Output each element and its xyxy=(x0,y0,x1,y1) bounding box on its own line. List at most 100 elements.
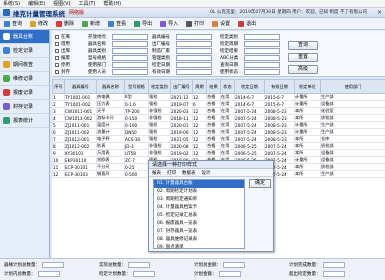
table-row[interactable]: 3 CW1011-001 天平 TP-200 非强检 2020-03 12 合格 在用 2007-… xyxy=(52,107,385,115)
checkbox-box[interactable] xyxy=(55,49,59,53)
sidebar-item[interactable]: 期间核查 xyxy=(0,58,49,72)
menu-item[interactable]: 帮助(H) xyxy=(103,0,121,7)
filter-input[interactable] xyxy=(112,62,148,68)
status-checkbox[interactable]: 报废 xyxy=(55,55,70,61)
filter-input[interactable] xyxy=(176,34,212,40)
column-header[interactable]: 器具名称 xyxy=(96,79,125,94)
column-header[interactable]: 检定单位 xyxy=(294,79,321,94)
close-icon[interactable]: × xyxy=(377,9,382,16)
query-button[interactable]: 查询 xyxy=(288,41,318,50)
filter-input[interactable] xyxy=(176,62,212,68)
table-cell: ECP-30103 xyxy=(64,170,97,178)
column-header[interactable]: 检定日期 xyxy=(234,79,265,94)
column-header[interactable]: 序号 xyxy=(52,79,65,94)
checkbox-box[interactable] xyxy=(55,56,59,60)
table-cell: 非强检 xyxy=(148,149,171,157)
filter-input[interactable] xyxy=(244,41,280,47)
filter-input[interactable] xyxy=(244,69,280,75)
toolbar-button[interactable]: 修改 xyxy=(30,20,48,27)
toolbar-button[interactable]: 打印 xyxy=(186,20,204,27)
table-cell: 2019-07 xyxy=(170,100,193,108)
toolbar-button[interactable]: 设置 xyxy=(212,20,230,27)
table-row[interactable]: 7 ZJ1012-001 电子秤 ACS-30 强检 2021-05 12 合格 在用 2007-… xyxy=(52,135,385,143)
print-style-item[interactable]: 09. 盘点清单 xyxy=(154,244,244,252)
filter-input[interactable] xyxy=(112,34,148,40)
table-cell: 2006-5-25 xyxy=(234,142,265,150)
sidebar-item[interactable]: 封存记录 xyxy=(0,100,49,114)
reset-button[interactable]: 重置 xyxy=(288,53,318,62)
table-row[interactable]: 5 ZJ1011-001 温度计 0-100 强检 2020-01 12 合格 在用 2007-5… xyxy=(52,121,385,129)
print-style-item[interactable]: 08. 器具维修记录表 xyxy=(154,236,244,244)
dialog-tab[interactable]: 报表 xyxy=(152,170,161,176)
filter-input[interactable] xyxy=(112,69,148,75)
filter-input[interactable] xyxy=(176,48,212,54)
print-style-item[interactable]: 01. 计量器具台账 xyxy=(154,180,244,188)
table-row[interactable]: 9 KY30101 万用表 UT58 非强检 2019-02 12 合格 在用 2006-5-25… xyxy=(52,149,385,157)
print-style-item[interactable]: 04. 计量器具档案卡 xyxy=(154,204,244,212)
dialog-tab[interactable]: 打印 xyxy=(167,170,176,176)
toolbar-button[interactable]: 查询 xyxy=(4,20,22,27)
filter-input[interactable] xyxy=(112,48,148,54)
toolbar-button[interactable]: 查看 xyxy=(108,20,126,27)
filter-input[interactable] xyxy=(244,48,280,54)
advanced-button[interactable]: 高级 xyxy=(288,65,318,74)
filter-input[interactable] xyxy=(176,55,212,61)
filter-input[interactable] xyxy=(176,69,212,75)
filter-input[interactable] xyxy=(112,55,148,61)
status-checkbox[interactable]: 在库 xyxy=(55,34,70,40)
print-style-item[interactable]: 02. 周期检定计划表 xyxy=(154,188,244,196)
column-header[interactable]: 使用部门 xyxy=(320,79,385,94)
toolbar-button[interactable]: 新增 xyxy=(82,20,100,27)
status-checkbox[interactable]: 封存 xyxy=(55,69,70,75)
table-row[interactable]: 6 ZJ1011-002 流量计 DN50 强检 2019-09 12 合格 在用 2007-5-… xyxy=(52,128,385,136)
print-style-item[interactable]: 07. 封存器具一览表 xyxy=(154,228,244,236)
toolbar-button[interactable]: 退出 xyxy=(238,20,256,27)
column-header[interactable]: 检定类别 xyxy=(148,79,171,94)
filter-input[interactable] xyxy=(244,62,280,68)
toolbar-button[interactable]: 删除 xyxy=(56,20,74,27)
column-header[interactable]: 出厂编号 xyxy=(170,79,193,94)
filter-input[interactable] xyxy=(244,55,280,61)
table-cell: 在用 xyxy=(220,100,235,108)
toolbar-button[interactable]: 导入 xyxy=(160,20,178,27)
filter-input[interactable] xyxy=(244,34,280,40)
column-header[interactable]: 型号规格 xyxy=(124,79,149,94)
menu-item[interactable]: 视图(V) xyxy=(53,0,70,7)
dialog-tab[interactable]: 设计 xyxy=(202,170,211,176)
table-row[interactable]: 4 CW1011-002 游标卡尺 0-150 非强检 2018-11 12 合格 在用 2007… xyxy=(52,114,385,122)
sidebar-item[interactable]: 检定记录 xyxy=(0,44,49,58)
filter-input[interactable] xyxy=(176,41,212,47)
filter-input[interactable] xyxy=(112,41,148,47)
toolbar-button[interactable]: 导出 xyxy=(134,20,152,27)
menu-item[interactable]: 编辑(E) xyxy=(28,0,45,7)
print-style-item[interactable]: 06. 报废器具一览表 xyxy=(154,220,244,228)
table-row[interactable]: 2 TY1001-002 压力表 0-1.6 强检 2019-07 6 合格 在用 2014-6-… xyxy=(52,100,385,108)
menu-item[interactable]: 系统(S) xyxy=(3,0,20,7)
status-checkbox[interactable]: 停用 xyxy=(55,62,70,68)
column-header[interactable]: 有效日期 xyxy=(264,79,295,94)
column-header[interactable]: 状态 xyxy=(220,79,235,94)
confirm-button[interactable]: 确定 xyxy=(249,179,271,188)
status-checkbox[interactable]: 借用 xyxy=(55,41,70,47)
column-header[interactable]: 周期 xyxy=(192,79,207,94)
checkbox-label: 在库 xyxy=(61,35,70,40)
status-checkbox[interactable]: 出库 xyxy=(55,48,70,54)
column-header[interactable]: 器具编号 xyxy=(64,79,97,94)
print-style-item[interactable]: 05. 检定记录汇总表 xyxy=(154,212,244,220)
dialog-tab[interactable]: 数据表 xyxy=(182,170,196,176)
checkbox-box[interactable] xyxy=(55,70,59,74)
checkbox-box[interactable] xyxy=(55,42,59,46)
column-header[interactable]: 结果 xyxy=(206,79,221,94)
table-cell: EKP30110 xyxy=(64,156,97,164)
filter-label: 出厂编号 xyxy=(152,42,170,47)
sidebar-item[interactable]: 器具台账 xyxy=(0,30,49,44)
checkbox-box[interactable] xyxy=(55,35,59,39)
sidebar-item[interactable]: 报废记录 xyxy=(0,86,49,100)
table-row[interactable]: 8 ZJ1012-002 秒表 JD-3 非强检 2020-08 12 合格 在用 2006-5-… xyxy=(52,142,385,150)
sidebar-item[interactable]: 报表统计 xyxy=(0,114,49,128)
table-row[interactable]: 1 TY1001-001 热电偶 K型 强检 2021-12 12 合格 在用 2014-6-7 2… xyxy=(52,93,385,101)
checkbox-box[interactable] xyxy=(55,63,59,67)
sidebar-item[interactable]: 维修记录 xyxy=(0,72,49,86)
print-style-item[interactable]: 03. 周期检定通知单 xyxy=(154,196,244,204)
menu-item[interactable]: 工具(T) xyxy=(78,0,95,7)
